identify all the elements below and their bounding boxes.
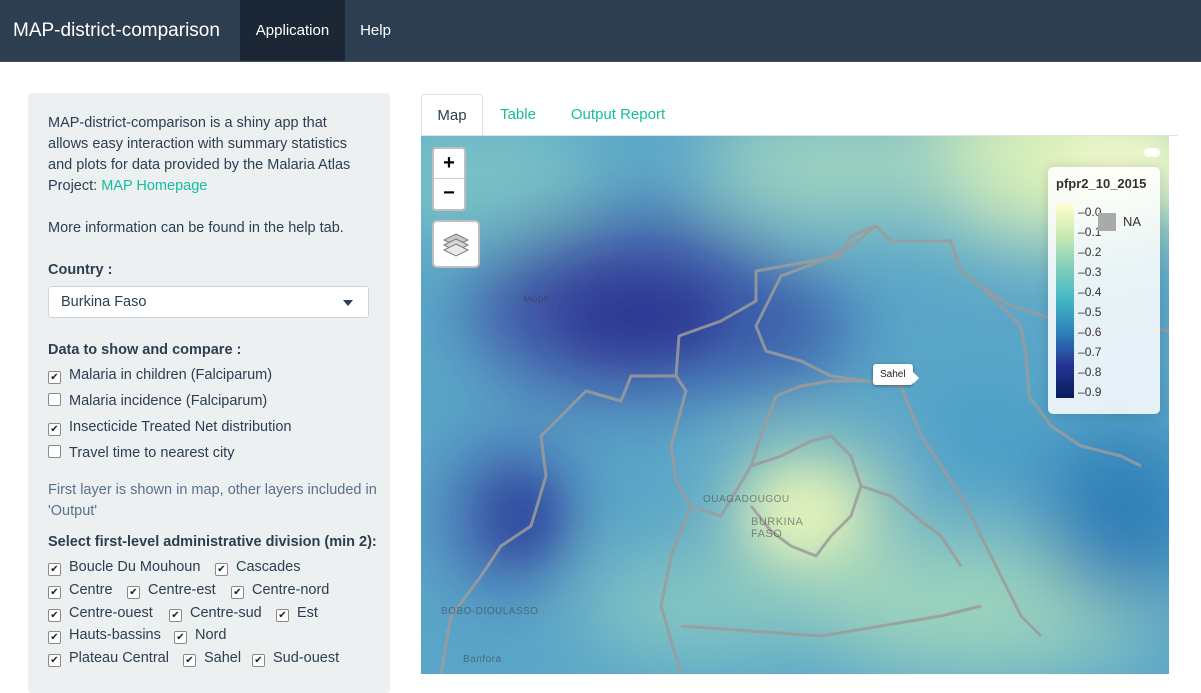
city-label-bobo-dioulasso: BOBO-DIOULASSO: [441, 606, 539, 617]
checkbox-icon[interactable]: [48, 393, 61, 406]
checkbox-icon[interactable]: ✔: [252, 654, 265, 667]
checkbox-icon[interactable]: ✔: [48, 609, 61, 622]
checkbox-label: Est: [297, 605, 318, 621]
legend-title: pfpr2_10_2015: [1056, 176, 1147, 191]
checkbox-label: Nord: [195, 627, 227, 643]
checkbox-label: Travel time to nearest city: [69, 445, 235, 461]
legend-tick: –0.3: [1078, 265, 1102, 279]
legend-na-swatch: [1098, 213, 1116, 231]
checkbox-icon[interactable]: ✔: [48, 654, 61, 667]
checkbox-sud-ouest[interactable]: ✔ Sud-ouest: [252, 650, 339, 667]
checkbox-malaria-children[interactable]: ✔ Malaria in children (Falciparum): [48, 367, 272, 384]
zoom-out-button[interactable]: −: [434, 179, 464, 208]
map-view[interactable]: Mopti OUAGADOUGOU BURKINA FASO BOBO-DIOU…: [421, 136, 1169, 674]
checkbox-icon[interactable]: ✔: [48, 586, 61, 599]
checkbox-centre-nord[interactable]: ✔ Centre-nord: [231, 582, 329, 599]
checkbox-icon[interactable]: [48, 445, 61, 458]
admin-label: Select first-level administrative divisi…: [48, 534, 377, 550]
legend-tick: –0.6: [1078, 325, 1102, 339]
tab-map[interactable]: Map: [421, 94, 483, 136]
legend-tick: –0.5: [1078, 305, 1102, 319]
checkbox-icon[interactable]: ✔: [183, 654, 196, 667]
tab-output-report[interactable]: Output Report: [563, 94, 673, 136]
checkbox-label: Malaria incidence (Falciparum): [69, 393, 268, 409]
checkbox-label: Centre-ouest: [69, 605, 153, 621]
checkbox-icon[interactable]: ✔: [48, 371, 61, 384]
country-label: Country :: [48, 262, 113, 278]
navbar: MAP-district-comparison Application Help: [0, 0, 1201, 62]
checkbox-icon[interactable]: ✔: [48, 423, 61, 436]
checkbox-est[interactable]: ✔ Est: [276, 605, 318, 622]
checkbox-sahel[interactable]: ✔ Sahel: [183, 650, 241, 667]
checkbox-centre[interactable]: ✔ Centre: [48, 582, 113, 599]
legend-tick: –0.7: [1078, 345, 1102, 359]
checkbox-malaria-incidence[interactable]: Malaria incidence (Falciparum): [48, 393, 267, 409]
checkbox-centre-sud[interactable]: ✔ Centre-sud: [169, 605, 262, 622]
legend-tick: –0.4: [1078, 285, 1102, 299]
map-legend: pfpr2_10_2015 –0.0 –0.1 –0.2 –0.3 –0.4 –…: [1048, 167, 1160, 414]
checkbox-hauts-bassins[interactable]: ✔ Hauts-bassins: [48, 627, 161, 644]
checkbox-label: Centre-nord: [252, 582, 330, 598]
app-brand[interactable]: MAP-district-comparison: [13, 0, 220, 61]
checkbox-icon[interactable]: ✔: [276, 609, 289, 622]
nav-help[interactable]: Help: [345, 0, 406, 61]
zoom-control: + −: [432, 147, 466, 211]
city-label-mopti: Mopti: [523, 294, 550, 305]
checkbox-centre-est[interactable]: ✔ Centre-est: [127, 582, 216, 599]
checkbox-icon[interactable]: ✔: [48, 563, 61, 576]
checkbox-label: Sud-ouest: [273, 650, 340, 666]
country-select[interactable]: Burkina Faso: [48, 286, 369, 318]
checkbox-label: Hauts-bassins: [69, 627, 161, 643]
checkbox-centre-ouest[interactable]: ✔ Centre-ouest: [48, 605, 153, 622]
checkbox-label: Centre-sud: [190, 605, 262, 621]
intro-paragraph: MAP-district-comparison is a shiny app t…: [48, 113, 368, 197]
zoom-in-button[interactable]: +: [434, 149, 464, 179]
checkbox-cascades[interactable]: ✔ Cascades: [215, 559, 300, 576]
country-select-value: Burkina Faso: [61, 294, 147, 310]
checkbox-icon[interactable]: ✔: [215, 563, 228, 576]
checkbox-itn-distribution[interactable]: ✔ Insecticide Treated Net distribution: [48, 419, 291, 436]
layer-note: First layer is shown in map, other layer…: [48, 482, 377, 519]
layers-icon: [442, 233, 470, 257]
legend-na-label: NA: [1123, 214, 1142, 229]
legend-tick: –0.2: [1078, 245, 1102, 259]
checkbox-label: Cascades: [236, 559, 301, 575]
checkbox-label: Plateau Central: [69, 650, 169, 666]
checkbox-travel-time[interactable]: Travel time to nearest city: [48, 445, 234, 461]
caret-down-icon: [343, 300, 353, 306]
map-homepage-link[interactable]: MAP Homepage: [101, 178, 207, 194]
checkbox-icon[interactable]: ✔: [231, 586, 244, 599]
checkbox-label: Centre: [69, 582, 113, 598]
map-corner-control[interactable]: [1144, 148, 1160, 157]
checkbox-label: Insecticide Treated Net distribution: [69, 419, 292, 435]
legend-color-ramp: [1056, 204, 1074, 398]
region-tooltip: Sahel: [873, 364, 919, 385]
city-label-banfora: Banfora: [463, 654, 502, 665]
checkbox-icon[interactable]: ✔: [127, 586, 140, 599]
checkbox-icon[interactable]: ✔: [169, 609, 182, 622]
checkbox-label: Sahel: [204, 650, 242, 666]
city-label-ouagadougou: OUAGADOUGOU: [703, 494, 790, 505]
legend-tick: –0.9: [1078, 385, 1102, 399]
nav-application[interactable]: Application: [240, 0, 345, 61]
layers-control-button[interactable]: [432, 220, 480, 268]
checkbox-label: Boucle Du Mouhoun: [69, 559, 201, 575]
checkbox-icon[interactable]: ✔: [48, 631, 61, 644]
sidebar-panel: MAP-district-comparison is a shiny app t…: [28, 93, 390, 693]
checkbox-nord[interactable]: ✔ Nord: [174, 627, 226, 644]
checkbox-label: Malaria in children (Falciparum): [69, 367, 273, 383]
checkbox-plateau-central[interactable]: ✔ Plateau Central: [48, 650, 169, 667]
data-label: Data to show and compare :: [48, 342, 242, 358]
tab-table[interactable]: Table: [494, 94, 542, 136]
checkbox-boucle-du-mouhoun[interactable]: ✔ Boucle Du Mouhoun: [48, 559, 200, 576]
checkbox-label: Centre-est: [148, 582, 216, 598]
country-label-burkina-faso: BURKINA FASO: [751, 516, 803, 540]
more-info-text: More information can be found in the hel…: [48, 220, 344, 236]
checkbox-icon[interactable]: ✔: [174, 631, 187, 644]
legend-tick: –0.8: [1078, 365, 1102, 379]
